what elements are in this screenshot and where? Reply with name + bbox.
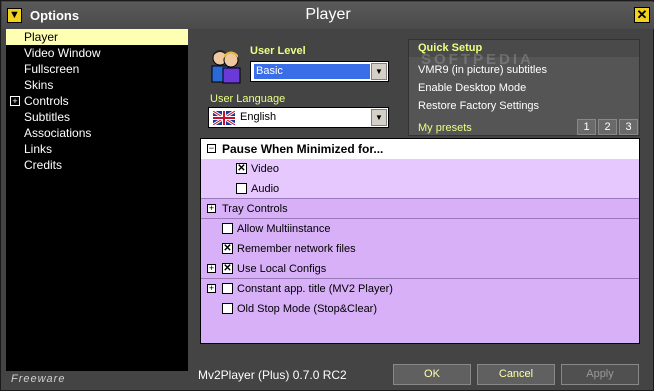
option-label: Remember network files: [237, 243, 356, 255]
user-level-value: Basic: [254, 64, 370, 79]
user-level-select[interactable]: Basic ▼: [250, 61, 389, 82]
sidebar-item-label: Associations: [24, 126, 92, 140]
sidebar-item-label: Controls: [24, 94, 69, 108]
option-constant-title[interactable]: + Constant app. title (MV2 Player): [201, 279, 639, 299]
sidebar-item-links[interactable]: Links: [6, 141, 188, 157]
sidebar-item-player[interactable]: Player: [6, 29, 188, 45]
chevron-down-icon[interactable]: ▼: [371, 109, 387, 126]
sidebar-item-fullscreen[interactable]: Fullscreen: [6, 61, 188, 77]
page-title: Player: [305, 6, 351, 23]
expand-icon[interactable]: +: [207, 204, 216, 213]
option-audio[interactable]: Audio: [201, 179, 639, 199]
uk-flag-icon: [213, 111, 235, 125]
watermark: SOFTPEDIA: [421, 51, 534, 68]
ok-button[interactable]: OK: [393, 364, 471, 385]
local-configs-checkbox[interactable]: ✕: [222, 263, 233, 274]
option-label: Use Local Configs: [237, 263, 327, 275]
apply-button[interactable]: Apply: [561, 364, 639, 385]
preset-3-button[interactable]: 3: [619, 119, 638, 135]
sidebar-item-credits[interactable]: Credits: [6, 157, 188, 173]
language-select[interactable]: English ▼: [208, 107, 389, 128]
collapse-icon[interactable]: −: [207, 144, 216, 153]
group-title: Pause When Minimized for...: [222, 142, 384, 156]
sidebar-item-video-window[interactable]: Video Window: [6, 45, 188, 61]
audio-checkbox[interactable]: [236, 183, 247, 194]
option-label: Old Stop Mode (Stop&Clear): [237, 303, 378, 315]
option-video[interactable]: ✕ Video: [201, 159, 639, 179]
expand-icon[interactable]: +: [207, 284, 216, 293]
option-label: Video: [251, 163, 279, 175]
user-panel: User Level Basic ▼ User Language English…: [200, 39, 402, 135]
sidebar-item-label: Skins: [24, 78, 54, 92]
option-label: Tray Controls: [222, 203, 288, 215]
chevron-down-icon[interactable]: ▼: [371, 63, 387, 80]
sidebar-item-subtitles[interactable]: Subtitles: [6, 109, 188, 125]
title-bar: ▼ Options Player ✕: [2, 2, 654, 29]
freeware-label: Freeware: [11, 373, 66, 385]
old-stop-checkbox[interactable]: [222, 303, 233, 314]
option-local-configs[interactable]: + ✕ Use Local Configs: [201, 259, 639, 279]
version-label: Mv2Player (Plus) 0.7.0 RC2: [198, 368, 347, 382]
sidebar-item-label: Credits: [24, 158, 63, 172]
option-remember-network[interactable]: ✕ Remember network files: [201, 239, 639, 259]
restore-factory-settings-link[interactable]: Restore Factory Settings: [418, 100, 539, 112]
expand-icon[interactable]: +: [10, 96, 20, 106]
language-label: User Language: [210, 93, 286, 105]
sidebar-item-label: Subtitles: [24, 110, 71, 124]
option-label: Allow Multiinstance: [237, 223, 331, 235]
sidebar-item-skins[interactable]: Skins: [6, 77, 188, 93]
video-checkbox[interactable]: ✕: [236, 163, 247, 174]
language-value: English: [240, 111, 277, 123]
preset-2-button[interactable]: 2: [598, 119, 617, 135]
option-old-stop[interactable]: Old Stop Mode (Stop&Clear): [201, 299, 639, 319]
preset-1-button[interactable]: 1: [577, 119, 596, 135]
presets-label: My presets: [418, 122, 472, 134]
options-list: − Pause When Minimized for... ✕ Video Au…: [200, 138, 640, 344]
remember-network-checkbox[interactable]: ✕: [222, 243, 233, 254]
group-tray-controls[interactable]: + Tray Controls: [201, 199, 639, 219]
user-level-label: User Level: [250, 45, 306, 57]
options-window: ▼ Options Player ✕ Player Video Window Ful…: [0, 0, 654, 391]
sidebar-item-associations[interactable]: Associations: [6, 125, 188, 141]
sidebar-item-label: Player: [24, 30, 59, 44]
group-pause-minimized[interactable]: − Pause When Minimized for...: [201, 139, 639, 159]
expand-icon[interactable]: +: [207, 264, 216, 273]
sidebar-item-label: Links: [24, 142, 53, 156]
sidebar-item-label: Video Window: [24, 46, 101, 60]
sidebar-item-label: Fullscreen: [24, 62, 80, 76]
cancel-button[interactable]: Cancel: [477, 364, 555, 385]
multiinstance-checkbox[interactable]: [222, 223, 233, 234]
users-icon: [211, 50, 241, 84]
sidebar-nav: Player Video Window Fullscreen Skins + Contro…: [6, 29, 188, 371]
close-button[interactable]: ✕: [634, 7, 650, 23]
constant-title-checkbox[interactable]: [222, 283, 233, 294]
option-multiinstance[interactable]: Allow Multiinstance: [201, 219, 639, 239]
option-label: Audio: [251, 183, 280, 195]
sidebar-item-controls[interactable]: + Controls: [6, 93, 188, 109]
option-label: Constant app. title (MV2 Player): [237, 283, 393, 295]
enable-desktop-mode-link[interactable]: Enable Desktop Mode: [418, 82, 526, 94]
